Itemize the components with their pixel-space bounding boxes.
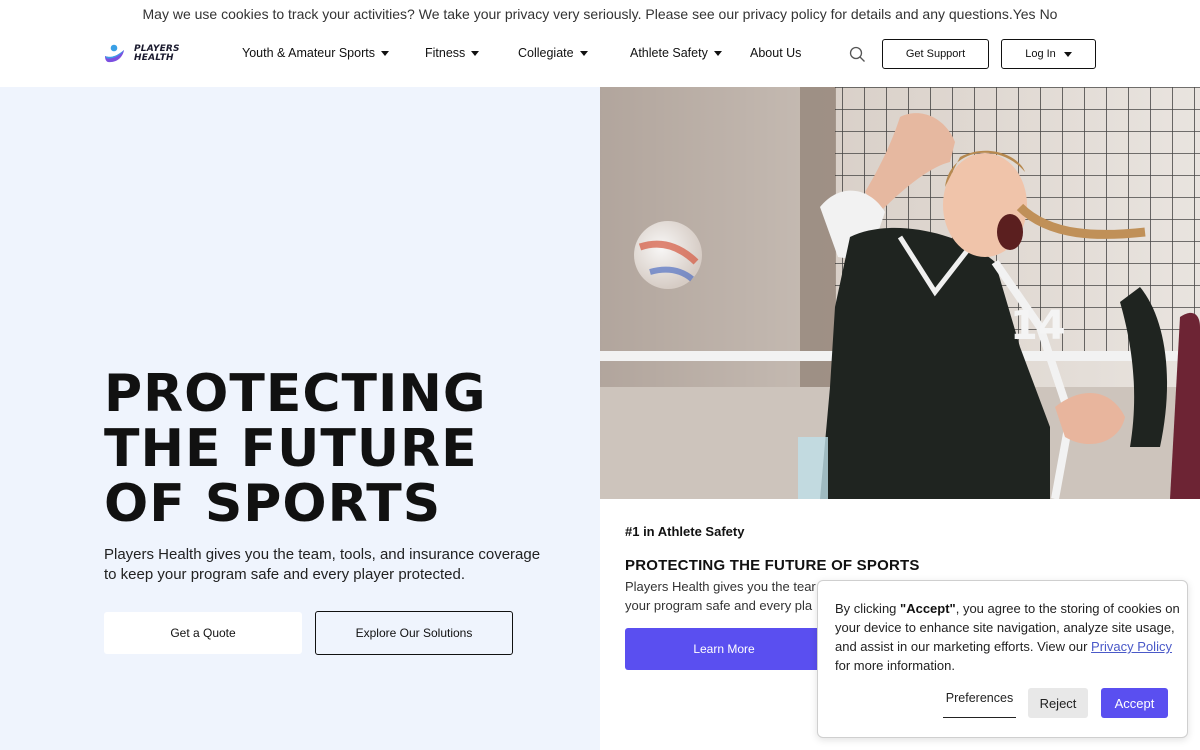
log-in-label: Log In [1025,48,1056,60]
hero-image-volleyball-player: 14 [600,87,1200,499]
nav-label: Youth & Amateur Sports [242,46,375,60]
learn-more-button[interactable]: Learn More [625,628,823,670]
players-health-logo[interactable]: PLAYERS HEALTH [104,44,180,64]
nav-label: Collegiate [518,46,574,60]
get-a-quote-label: Get a Quote [170,626,236,640]
hero-title: PROTECTING THE FUTURE OF SPORTS [104,367,594,532]
learn-more-label: Learn More [693,642,755,656]
consent-prefix: By clicking [835,601,901,616]
consent-accept-quote: "Accept" [900,601,956,616]
preferences-label: Preferences [945,691,1014,705]
card-text: Players Health gives you the tear your p… [625,577,825,615]
hero-title-line: PROTECTING [104,364,487,424]
chevron-down-icon [579,50,588,56]
nav-label: Athlete Safety [630,46,708,60]
nav-athlete-safety[interactable]: Athlete Safety [630,46,722,60]
explore-solutions-button[interactable]: Explore Our Solutions [315,611,513,655]
nav-collegiate[interactable]: Collegiate [518,46,588,60]
logo-wordmark: PLAYERS HEALTH [134,45,180,63]
get-support-label: Get Support [905,48,966,60]
log-in-button[interactable]: Log In [1001,39,1096,69]
nav-fitness[interactable]: Fitness [425,46,480,60]
nav-youth-amateur-sports[interactable]: Youth & Amateur Sports [242,46,389,60]
explore-solutions-label: Explore Our Solutions [355,626,473,640]
site-header: PLAYERS HEALTH Youth & Amateur Sports Fi… [0,28,1200,87]
cookie-yes-link[interactable]: Yes [1013,6,1036,22]
card-text-line: your program safe and every pla [625,598,813,613]
card-kicker: #1 in Athlete Safety [625,524,745,539]
volleyball-photo: 14 [600,87,1200,499]
search-icon[interactable] [849,46,866,63]
hero-subtitle: Players Health gives you the team, tools… [104,546,541,583]
hero-title-line: THE FUTURE [104,419,478,479]
logo-mark-icon [105,44,124,63]
consent-suffix: for more information. [835,658,955,673]
chevron-down-icon [1063,51,1072,57]
accept-label: Accept [1114,695,1155,711]
card-title: PROTECTING THE FUTURE OF SPORTS [625,557,920,574]
nav-about-us[interactable]: About Us [750,46,801,60]
chevron-down-icon [380,50,389,56]
accept-button[interactable]: Accept [1101,688,1168,718]
get-a-quote-button[interactable]: Get a Quote [104,612,302,654]
cookie-consent-dialog: By clicking "Accept", you agree to the s… [817,580,1188,738]
cookie-no-link[interactable]: No [1040,6,1058,22]
reject-button[interactable]: Reject [1028,688,1088,718]
preferences-button[interactable]: Preferences [943,691,1016,718]
cookie-notice-text: May we use cookies to track your activit… [142,6,1013,22]
nav-label: Fitness [425,46,466,60]
cookie-notice-bar: May we use cookies to track your activit… [0,0,1200,28]
get-support-button[interactable]: Get Support [882,39,989,69]
logo-line-2: HEALTH [134,53,174,63]
nav-label: About Us [750,46,802,60]
hero-title-line: OF SPORTS [104,474,442,534]
chevron-down-icon [713,50,722,56]
privacy-policy-link[interactable]: Privacy Policy [1091,639,1172,654]
card-text-line: Players Health gives you the tear [625,579,816,594]
jersey-number: 14 [1010,303,1066,349]
chevron-down-icon [471,50,480,56]
consent-message: By clicking "Accept", you agree to the s… [835,599,1180,675]
reject-label: Reject [1039,695,1077,711]
